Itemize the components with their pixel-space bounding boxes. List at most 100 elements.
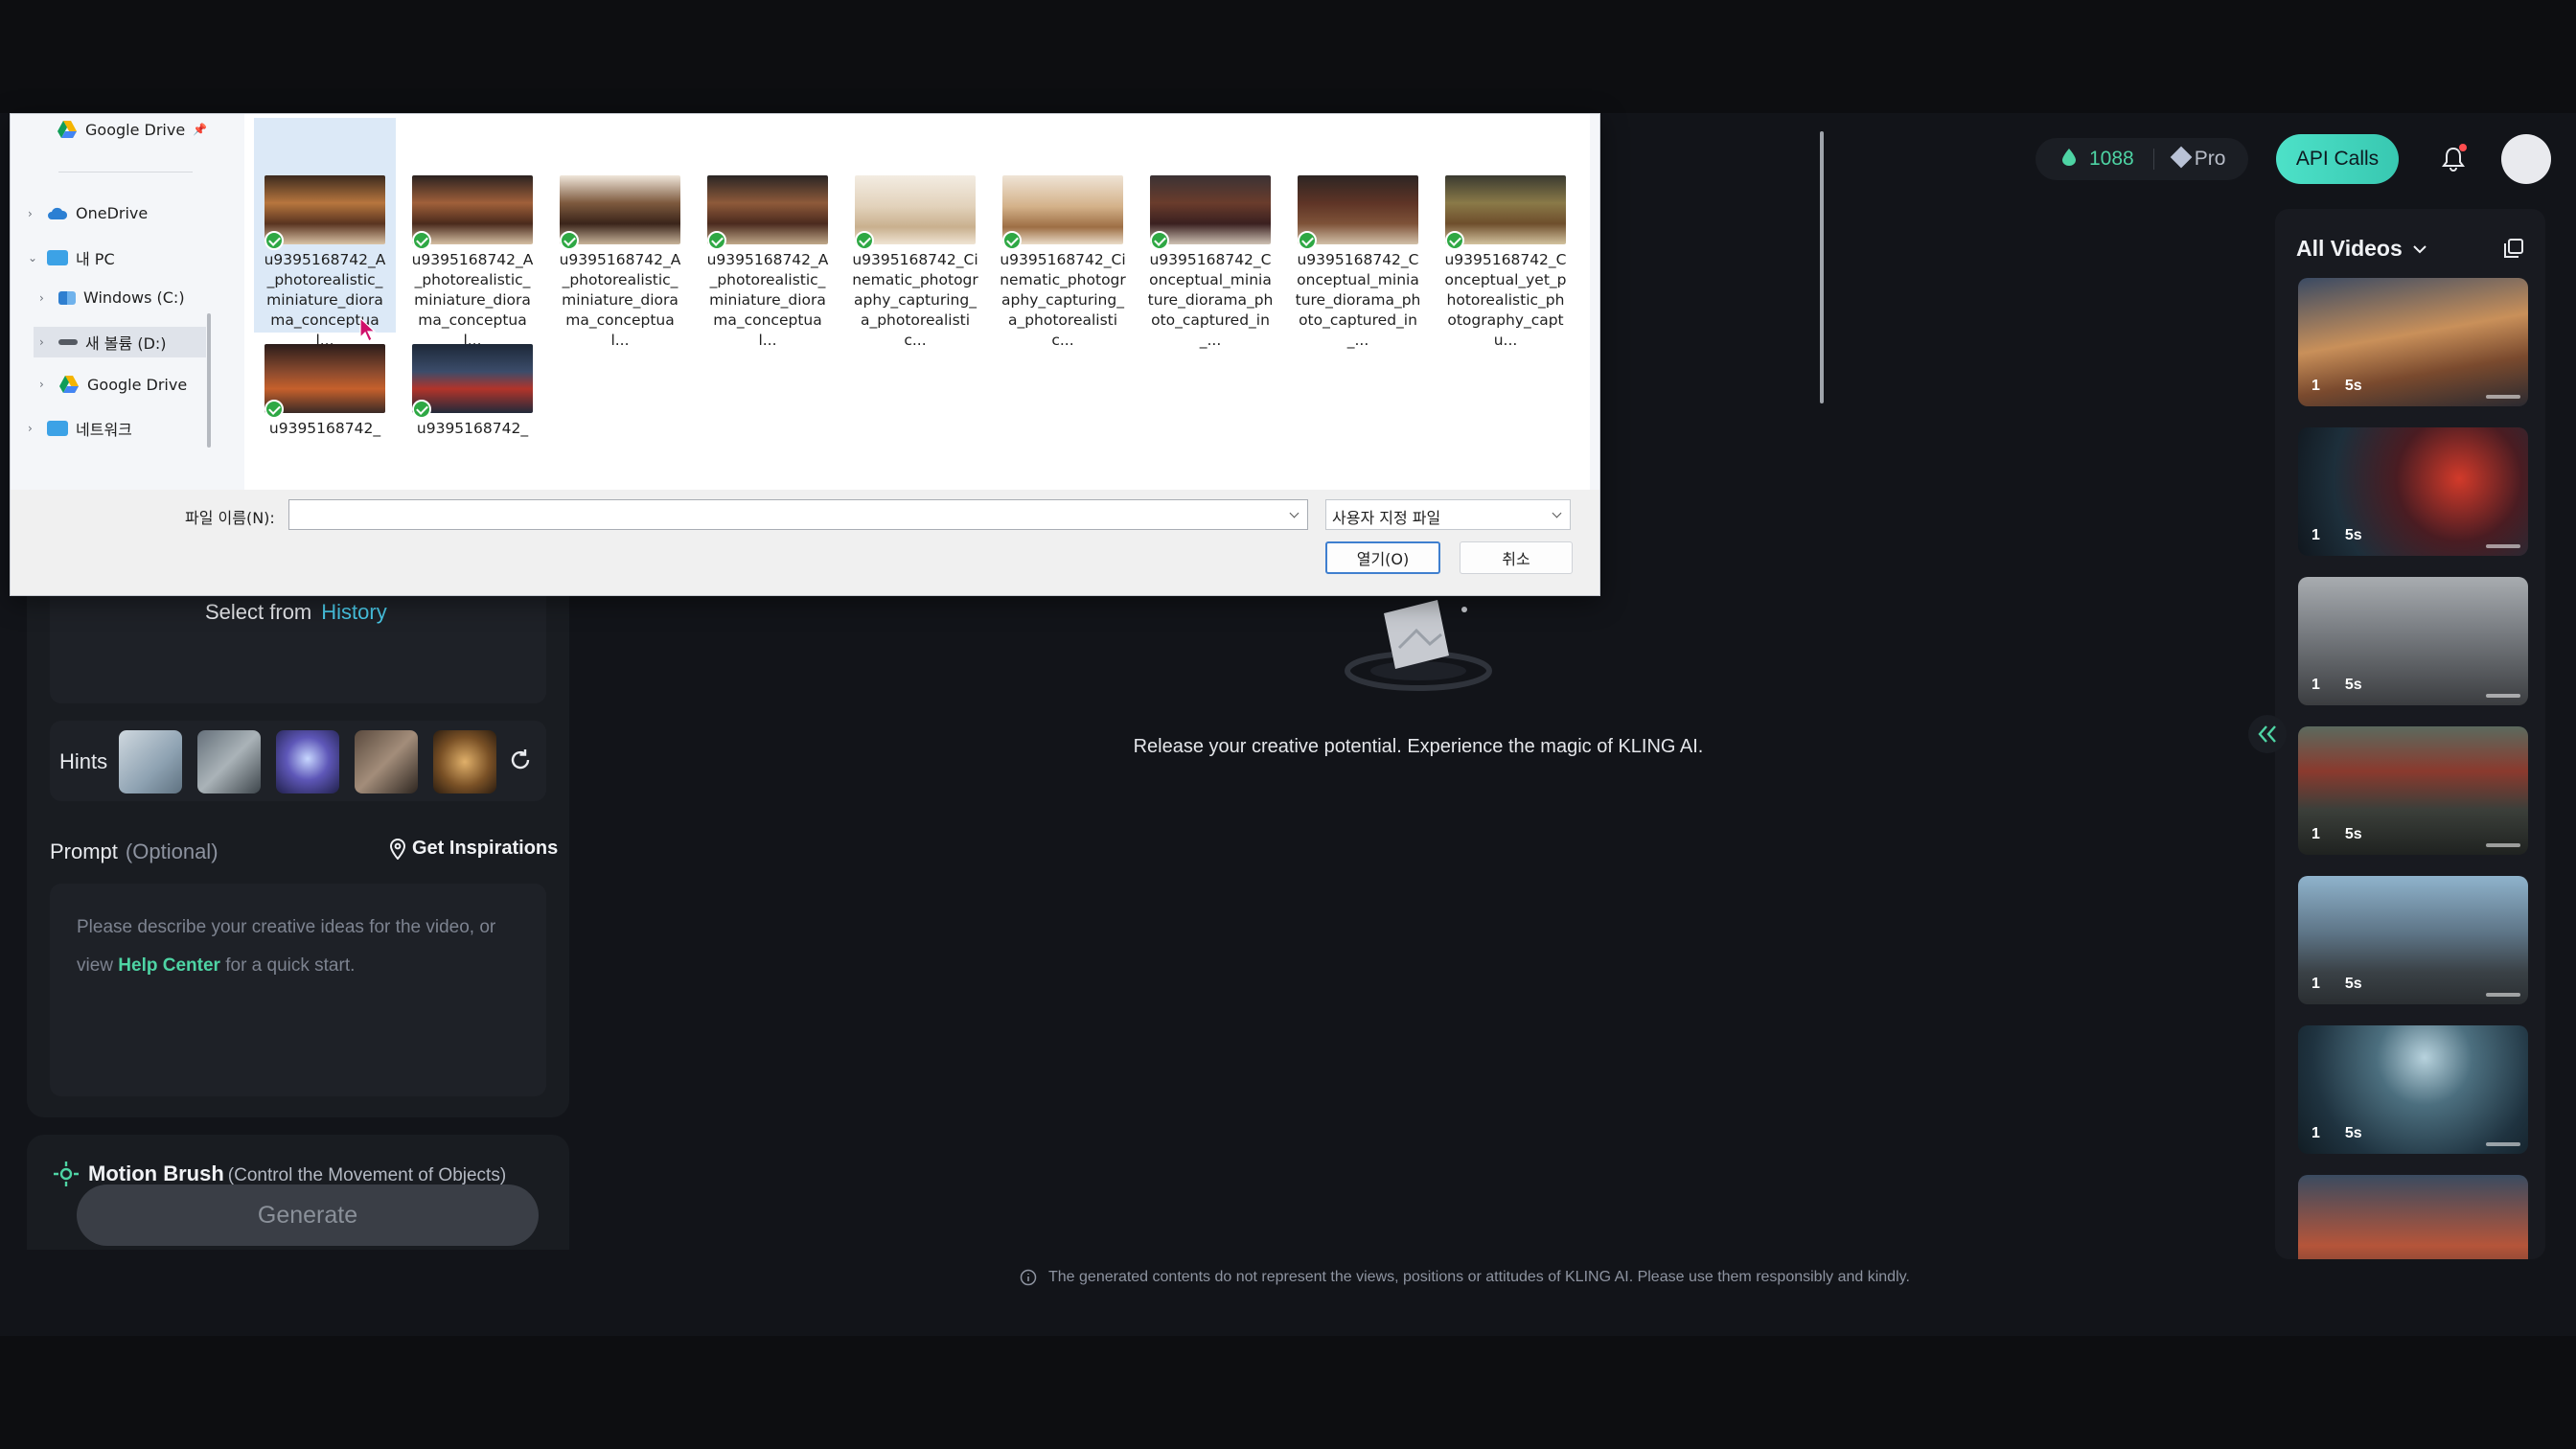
sync-check-icon xyxy=(1298,231,1317,250)
diamond-icon xyxy=(2170,146,2193,169)
watermark xyxy=(2486,544,2520,548)
cancel-button[interactable]: 취소 xyxy=(1460,541,1573,574)
notifications-button[interactable] xyxy=(2434,140,2472,178)
get-inspirations-button[interactable]: Get Inspirations xyxy=(389,838,558,860)
file-item[interactable]: u9395168742_Cinematic_photography_captur… xyxy=(992,118,1134,351)
file-item[interactable]: u9395168742_Conceptual_miniature_diorama… xyxy=(1139,118,1281,351)
nav-network[interactable]: › 네트워크 xyxy=(28,417,132,440)
watermark xyxy=(2486,993,2520,997)
file-thumbnail xyxy=(1298,175,1418,250)
generate-button[interactable]: Generate xyxy=(77,1184,539,1246)
hint-thumbnail[interactable] xyxy=(276,730,339,794)
hint-thumbnail[interactable] xyxy=(197,730,261,794)
file-thumbnail xyxy=(412,175,533,250)
sync-check-icon xyxy=(707,231,726,250)
api-calls-button[interactable]: API Calls xyxy=(2276,134,2399,184)
select-from-label: Select from xyxy=(205,600,312,624)
nav-windows-c[interactable]: › Windows (C:) xyxy=(39,288,185,307)
help-center-link[interactable]: Help Center xyxy=(118,955,220,976)
file-item[interactable]: u9395168742_Conceptual_miniature_diorama… xyxy=(1287,118,1429,351)
inspirations-label: Get Inspirations xyxy=(412,838,559,859)
file-name: u9395168742_Conceptual_yet_photorealisti… xyxy=(1444,251,1567,349)
file-item[interactable]: u9395168742_A_photorealistic_miniature_d… xyxy=(697,118,839,351)
empty-state-message: Release your creative potential. Experie… xyxy=(1133,736,1704,757)
windows-drive-icon xyxy=(58,290,76,305)
filetype-select[interactable]: 사용자 지정 파일 xyxy=(1325,499,1571,530)
video-thumbnail[interactable]: 1 5s xyxy=(2298,876,2528,1004)
hint-thumbnail[interactable] xyxy=(119,730,182,794)
multi-select-icon[interactable] xyxy=(2503,238,2524,264)
navigation-pane: Google Drive 📌 › OneDrive ⌄ 내 PC › Windo… xyxy=(11,114,212,490)
file-thumbnail xyxy=(1445,175,1566,250)
nav-label: 새 볼륨 (D:) xyxy=(85,334,167,353)
video-thumbnail[interactable]: 1 5s xyxy=(2298,427,2528,556)
chevron-down-icon xyxy=(2413,244,2426,253)
nav-onedrive[interactable]: › OneDrive xyxy=(28,204,148,222)
file-item[interactable]: u9395168742_Cinematic_photography_captur… xyxy=(844,118,986,351)
hint-thumbnail[interactable] xyxy=(433,730,496,794)
file-list: u9395168742_A_photorealistic_miniature_d… xyxy=(244,114,1824,490)
file-thumbnail xyxy=(264,175,385,250)
nav-scrollbar[interactable] xyxy=(207,313,211,448)
cloud-icon xyxy=(48,207,68,219)
prompt-input[interactable]: Please describe your creative ideas for … xyxy=(50,884,546,1096)
avatar[interactable] xyxy=(2501,134,2551,184)
sync-check-icon xyxy=(560,231,579,250)
file-thumbnail xyxy=(264,344,385,419)
double-chevron-left-icon xyxy=(2258,725,2276,743)
notification-dot xyxy=(2459,144,2467,151)
select-from-history: Select from History xyxy=(205,600,387,625)
sync-check-icon xyxy=(1002,231,1022,250)
chevron-right-icon: › xyxy=(39,335,44,349)
video-duration: 5s xyxy=(2344,527,2362,543)
file-item[interactable]: u9395168742_A_photorealistic_miniature_d… xyxy=(402,118,543,351)
file-thumbnail xyxy=(1002,175,1123,250)
video-duration: 5s xyxy=(2344,378,2362,394)
video-thumbnail[interactable]: 1 5s xyxy=(2298,278,2528,406)
motion-brush-icon xyxy=(52,1160,80,1193)
video-thumbnail[interactable]: 1 5s xyxy=(2298,577,2528,705)
chevron-right-icon: › xyxy=(28,206,33,220)
nav-new-volume-d[interactable]: › 새 볼륨 (D:) xyxy=(34,327,206,357)
video-thumbnail[interactable] xyxy=(2298,1175,2528,1259)
nav-this-pc[interactable]: ⌄ 내 PC xyxy=(28,246,115,269)
file-item[interactable]: u9395168742_ xyxy=(402,336,543,439)
video-thumbnail[interactable]: 1 5s xyxy=(2298,726,2528,855)
plan-badge[interactable]: Pro xyxy=(2170,146,2225,171)
filename-input[interactable] xyxy=(288,499,1308,530)
watermark xyxy=(2486,843,2520,847)
refresh-hints-button[interactable] xyxy=(508,748,533,777)
file-list-scrollbar[interactable] xyxy=(1820,131,1824,403)
info-icon xyxy=(1020,1269,1037,1286)
motion-brush-label[interactable]: Motion Brush (Control the Movement of Obj… xyxy=(88,1162,506,1186)
prompt-optional: (Optional) xyxy=(125,840,218,863)
monitor-icon xyxy=(47,250,68,265)
network-icon xyxy=(47,421,68,436)
empty-state-icon xyxy=(1342,592,1495,702)
file-item[interactable]: u9395168742_Conceptual_yet_photorealisti… xyxy=(1435,118,1576,351)
file-item[interactable]: u9395168742_A_photorealistic_miniature_d… xyxy=(254,118,396,349)
chevron-right-icon: › xyxy=(28,422,33,435)
history-link[interactable]: History xyxy=(321,600,386,624)
file-item[interactable]: u9395168742_A_photorealistic_miniature_d… xyxy=(549,118,691,351)
disclaimer: The generated contents do not represent … xyxy=(1020,1269,1910,1286)
location-pin-icon xyxy=(389,838,406,860)
nav-google-drive[interactable]: › Google Drive xyxy=(39,375,187,394)
mouse-cursor-icon xyxy=(358,316,378,348)
nav-label: OneDrive xyxy=(76,204,149,222)
credits-pill[interactable]: 1088 Pro xyxy=(2036,138,2248,180)
video-thumbnail[interactable]: 1 5s xyxy=(2298,1025,2528,1154)
disclaimer-text: The generated contents do not represent … xyxy=(1048,1269,1910,1285)
hint-thumbnail[interactable] xyxy=(355,730,418,794)
sync-check-icon xyxy=(412,400,431,419)
file-name: u9395168742_Cinematic_photography_captur… xyxy=(1000,251,1126,349)
collapse-panel-button[interactable] xyxy=(2248,715,2287,753)
nav-label: 네트워크 xyxy=(76,421,132,439)
credits-count: 1088 xyxy=(2089,148,2134,170)
open-button[interactable]: 열기(O) xyxy=(1325,541,1440,574)
file-item[interactable]: u9395168742_ xyxy=(254,336,396,439)
all-videos-dropdown[interactable]: All Videos xyxy=(2296,236,2427,262)
prompt-placeholder-2: for a quick start. xyxy=(225,955,356,976)
file-name: u9395168742_ xyxy=(268,420,381,437)
nav-google-drive-pinned[interactable]: Google Drive 📌 xyxy=(57,120,207,139)
